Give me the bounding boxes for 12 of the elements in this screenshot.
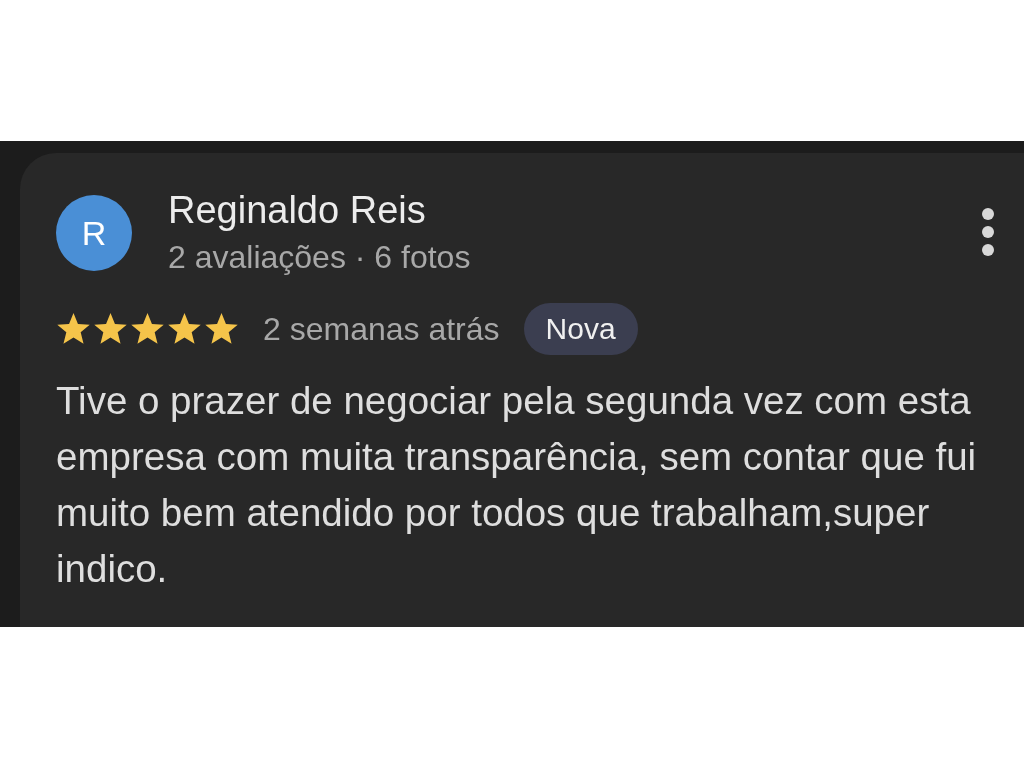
avatar: R	[56, 195, 132, 271]
review-text: Tive o prazer de negociar pela segunda vez com esta empresa com muita transparência, sem contar que fui muito bem atendido por todos que trabalham,super indico.	[56, 378, 978, 592]
star-icon	[93, 312, 128, 346]
author-meta: 2 avaliações · 6 fotos	[168, 238, 472, 277]
star-icon	[56, 312, 91, 346]
author-name: Reginaldo Reis	[168, 189, 427, 231]
review-time: 2 semanas atrás	[263, 310, 500, 348]
more-options-icon[interactable]	[980, 207, 996, 257]
star-icon	[167, 312, 202, 346]
new-badge: Nova	[523, 303, 638, 355]
star-icon	[130, 312, 165, 346]
star-icon	[204, 312, 239, 346]
